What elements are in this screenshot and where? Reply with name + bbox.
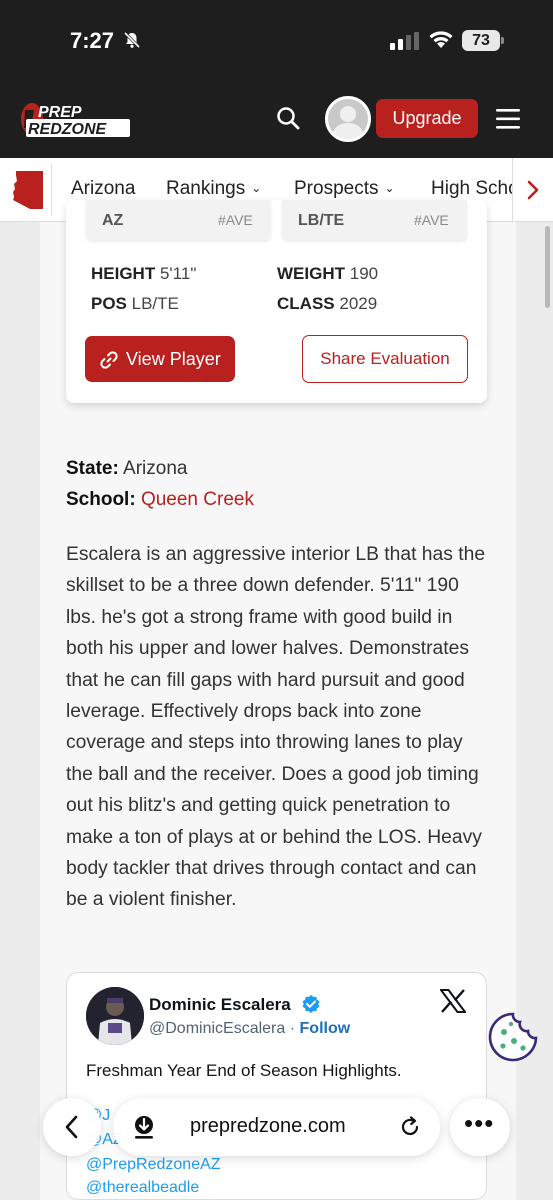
status-bar: 7:27 73 — [0, 0, 553, 80]
verified-badge-icon — [302, 995, 320, 1013]
weight-label: WEIGHT — [277, 264, 345, 283]
nav-item-label: Arizona — [71, 178, 136, 199]
tweet-follow-link[interactable]: Follow — [300, 1020, 351, 1037]
state-value: Arizona — [123, 458, 188, 479]
state-rank-box: AZ #AVE — [86, 200, 271, 240]
school-link[interactable]: Queen Creek — [141, 489, 254, 510]
position-stat: POS LB/TE — [91, 294, 179, 314]
player-card: AZ #AVE LB/TE #AVE HEIGHT 5'11" WEIGHT 1… — [66, 200, 487, 403]
separator-dot: · — [289, 1020, 296, 1037]
tweet-author-avatar[interactable] — [86, 987, 144, 1045]
browser-back-button[interactable] — [43, 1098, 101, 1156]
tweet-author-name[interactable]: Dominic Escalera — [149, 995, 291, 1015]
position-rank-sub: #AVE — [414, 212, 449, 228]
site-header: PREP REDZONE Upgrade — [0, 80, 553, 158]
browser-more-button[interactable]: ••• — [450, 1098, 510, 1156]
nav-divider — [51, 164, 52, 216]
avatar-placeholder-icon — [328, 99, 368, 139]
pos-value: LB/TE — [131, 294, 179, 313]
arizona-state-icon[interactable] — [12, 170, 44, 210]
nav-item-high-schools[interactable]: High Scho — [431, 178, 519, 200]
reload-icon[interactable] — [399, 1116, 421, 1138]
state-label: State: — [66, 458, 119, 479]
nav-item-prospects[interactable]: Prospects ⌄ — [294, 178, 395, 200]
download-icon[interactable] — [131, 1114, 157, 1140]
position-rank-box: LB/TE #AVE — [282, 200, 467, 240]
nav-item-arizona[interactable]: Arizona — [71, 178, 135, 200]
status-time: 7:27 — [70, 28, 115, 53]
school-line: School: Queen Creek — [66, 489, 254, 511]
nav-item-label: Rankings — [166, 178, 246, 199]
height-value: 5'11" — [159, 264, 197, 283]
chevron-left-icon — [65, 1115, 78, 1139]
school-label: School: — [66, 489, 136, 510]
height-stat: HEIGHT 5'11" — [91, 264, 196, 284]
logo-bottom-text: REDZONE — [28, 121, 108, 138]
search-icon[interactable] — [276, 106, 300, 130]
class-label: CLASS — [277, 294, 335, 313]
bell-off-icon — [123, 31, 141, 49]
nav-scroll-right-button[interactable] — [512, 158, 553, 221]
share-evaluation-button[interactable]: Share Evaluation — [302, 335, 468, 383]
weight-stat: WEIGHT 190 — [277, 264, 378, 284]
tweet-mention-link[interactable]: @PrepRedzoneAZ — [86, 1156, 221, 1174]
link-icon — [100, 351, 118, 369]
cookie-icon[interactable] — [487, 1011, 539, 1063]
hamburger-menu-icon[interactable] — [496, 108, 520, 130]
battery-indicator: 73 — [462, 30, 500, 51]
upgrade-button[interactable]: Upgrade — [376, 99, 478, 138]
logo-top-text: PREP — [38, 104, 82, 121]
chevron-down-icon: ⌄ — [384, 181, 395, 195]
view-player-label: View Player — [126, 349, 221, 369]
nav-item-label: Prospects — [294, 178, 379, 199]
nav-item-rankings[interactable]: Rankings ⌄ — [166, 178, 261, 200]
chevron-right-icon — [527, 180, 539, 200]
wifi-icon — [429, 31, 453, 48]
tweet-mention-link[interactable]: @therealbeadle — [86, 1179, 199, 1197]
chevron-down-icon: ⌄ — [251, 181, 262, 195]
more-icon: ••• — [464, 1108, 495, 1138]
state-rank-sub: #AVE — [218, 212, 253, 228]
x-logo-icon[interactable] — [440, 989, 466, 1013]
battery-tip — [501, 37, 504, 44]
tweet-handle[interactable]: @DominicEscalera — [149, 1020, 285, 1037]
browser-url-bar[interactable]: prepredzone.com — [113, 1098, 440, 1156]
class-value: 2029 — [339, 294, 378, 313]
position-rank-label: LB/TE — [298, 212, 345, 229]
weight-value: 190 — [349, 264, 379, 283]
tweet-text: Freshman Year End of Season Highlights. — [86, 1061, 402, 1080]
page-scrollbar[interactable] — [545, 226, 550, 308]
nav-item-label: High Scho — [431, 178, 519, 199]
evaluation-text: Escalera is an aggressive interior LB th… — [66, 544, 486, 911]
class-stat: CLASS 2029 — [277, 294, 377, 314]
url-text[interactable]: prepredzone.com — [190, 1115, 346, 1138]
state-rank-label: AZ — [102, 212, 124, 229]
tweet-handle-line: @DominicEscalera · Follow — [149, 1020, 350, 1038]
tweet-embed[interactable]: Dominic Escalera @DominicEscalera · Foll… — [66, 972, 487, 1200]
player-photo-icon — [86, 987, 144, 1045]
height-label: HEIGHT — [91, 264, 156, 283]
cellular-signal-icon — [390, 32, 419, 50]
user-avatar[interactable] — [325, 96, 371, 142]
view-player-button[interactable]: View Player — [85, 336, 235, 382]
state-line: State: Arizona — [66, 458, 187, 480]
pos-label: POS — [91, 294, 127, 313]
prep-redzone-logo[interactable]: PREP REDZONE — [20, 100, 132, 138]
